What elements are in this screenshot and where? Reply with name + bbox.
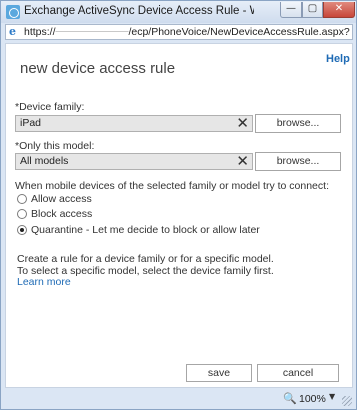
radio-block-label: Block access — [31, 208, 93, 220]
clear-model-icon[interactable]: ✕ — [236, 154, 249, 169]
resize-grip[interactable] — [342, 396, 352, 406]
maximize-button[interactable]: ▢ — [302, 2, 323, 18]
close-button[interactable]: ✕ — [323, 2, 355, 18]
clear-family-icon[interactable]: ✕ — [236, 116, 249, 131]
dialog-content: new device access rule Help *Device fami… — [5, 43, 353, 388]
chevron-down-icon[interactable]: ▼ — [329, 392, 335, 401]
radio-allow-label: Allow access — [31, 193, 92, 205]
cancel-button[interactable]: cancel — [257, 364, 339, 382]
address-bar[interactable]: e https:// /ecp/PhoneVoice/NewDeviceAcce… — [5, 24, 353, 40]
model-label: *Only this model: — [15, 140, 95, 152]
exchange-app-icon — [6, 5, 20, 19]
radio-allow-icon[interactable] — [17, 194, 27, 204]
internet-explorer-icon: e — [9, 25, 16, 38]
status-bar: 🔍 100% ▼ — [2, 389, 355, 409]
save-button[interactable]: save — [186, 364, 252, 382]
info-line-1: Create a rule for a device family or for… — [17, 253, 274, 265]
device-family-field[interactable]: iPad ✕ — [15, 115, 253, 132]
model-field[interactable]: All models ✕ — [15, 153, 253, 170]
url-protocol: https:// — [24, 26, 56, 38]
title-bar[interactable]: Exchange ActiveSync Device Access Rule -… — [1, 1, 356, 23]
browse-model-button[interactable]: browse... — [255, 152, 341, 171]
connect-instruction: When mobile devices of the selected fami… — [15, 180, 329, 192]
zoom-icon[interactable]: 🔍 — [283, 392, 297, 405]
url-text: https:// /ecp/PhoneVoice/NewDeviceAccess… — [24, 26, 350, 38]
url-path: /ecp/PhoneVoice/NewDeviceAccessRule.aspx… — [128, 26, 350, 38]
page-title: new device access rule — [20, 60, 176, 77]
window-title: Exchange ActiveSync Device Access Rule -… — [24, 5, 254, 17]
zoom-level[interactable]: 100% — [299, 393, 326, 405]
url-host-obscured — [56, 26, 129, 38]
learn-more-link[interactable]: Learn more — [17, 276, 71, 288]
browser-window: Exchange ActiveSync Device Access Rule -… — [0, 0, 357, 410]
device-family-value: iPad — [20, 117, 42, 129]
radio-quarantine-icon[interactable] — [17, 225, 27, 235]
radio-block-icon[interactable] — [17, 209, 27, 219]
minimize-button[interactable]: — — [280, 2, 302, 18]
browse-family-button[interactable]: browse... — [255, 114, 341, 133]
model-value: All models — [20, 155, 69, 167]
device-family-label: *Device family: — [15, 101, 85, 113]
help-link[interactable]: Help — [326, 53, 350, 65]
radio-quarantine-label: Quarantine - Let me decide to block or a… — [31, 224, 260, 236]
